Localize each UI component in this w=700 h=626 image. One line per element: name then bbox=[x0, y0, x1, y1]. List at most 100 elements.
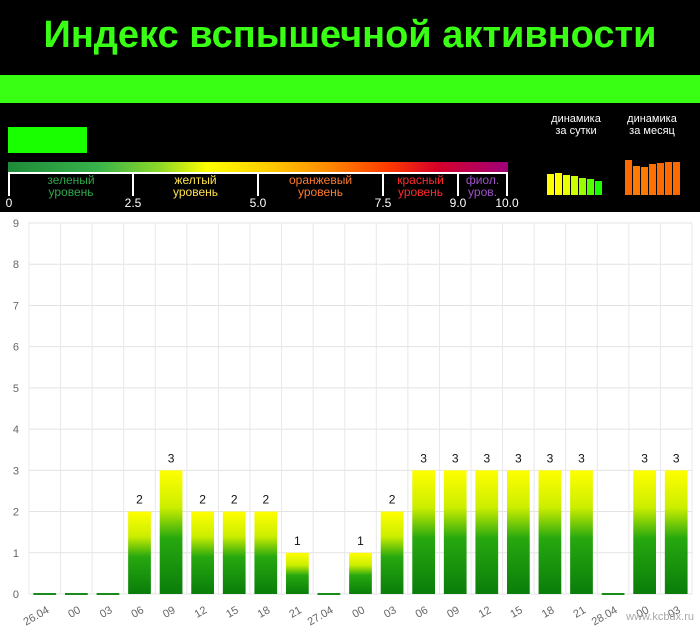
scale-label-yellow-line2: уровень bbox=[172, 185, 218, 199]
bar bbox=[159, 470, 183, 594]
scale-label-green-line2: уровень bbox=[48, 185, 94, 199]
month-spark-bar bbox=[625, 160, 632, 195]
y-tick-label: 4 bbox=[13, 424, 19, 436]
flare-index-chart: 0 1 2 3 4 5 6 7 8 9 26.04 00 03 2 06 3 09 2 12 2 15 2 18 1 21 27.… bbox=[0, 212, 700, 626]
bar bbox=[664, 470, 688, 594]
y-tick-label: 8 bbox=[13, 259, 19, 271]
y-tick-label: 9 bbox=[13, 218, 19, 230]
scale-tick: 5.0 bbox=[249, 196, 267, 210]
x-tick-label: 15 bbox=[508, 604, 525, 621]
month-spark-bar bbox=[633, 166, 640, 195]
bar bbox=[191, 511, 215, 594]
x-tick-label: 15 bbox=[224, 604, 241, 621]
month-spark-bar bbox=[673, 162, 680, 195]
page-title: Индекс вспышечной активности bbox=[43, 14, 657, 56]
data-label: 3 bbox=[168, 451, 175, 465]
scale-label-yellow: желтый уровень bbox=[134, 174, 257, 198]
bar bbox=[128, 511, 151, 594]
x-tick-label: 03 bbox=[98, 604, 115, 621]
month-spark-bar bbox=[657, 163, 664, 195]
scale-label-red: красный уровень bbox=[384, 174, 457, 198]
scale-frame: зеленый уровень желтый уровень оранжевый… bbox=[8, 172, 508, 198]
dynamics-month-label-line1: динамика bbox=[627, 113, 677, 125]
day-spark-bar bbox=[587, 179, 594, 195]
data-label: 2 bbox=[231, 493, 238, 507]
dynamics-month-label: динамика за месяц bbox=[612, 113, 692, 137]
scale-gradient-bar bbox=[8, 162, 508, 172]
scale-tick: 0 bbox=[5, 196, 13, 210]
data-label: 3 bbox=[483, 451, 490, 465]
x-tick-label: 00 bbox=[66, 604, 83, 621]
dynamics-day-label-line1: динамика bbox=[551, 113, 601, 125]
dynamics-month-label-line2: за месяц bbox=[629, 125, 675, 137]
x-tick-label: 21 bbox=[571, 604, 588, 621]
header: Индекс вспышечной активности зеленый уро… bbox=[0, 0, 700, 212]
x-tick-label: 27.04 bbox=[306, 604, 336, 626]
bar bbox=[506, 470, 530, 594]
x-tick-label: 03 bbox=[382, 604, 399, 621]
bar bbox=[380, 511, 404, 594]
x-tick-label: 18 bbox=[256, 604, 273, 621]
bar bbox=[443, 470, 467, 594]
data-label: 3 bbox=[578, 451, 585, 465]
data-label: 2 bbox=[262, 493, 269, 507]
bar bbox=[538, 470, 562, 594]
x-tick-label: 09 bbox=[445, 604, 462, 621]
month-spark-bar bbox=[649, 164, 656, 195]
month-spark-bar bbox=[641, 167, 648, 195]
x-tick-label: 06 bbox=[129, 604, 146, 621]
bar bbox=[412, 470, 436, 594]
bar bbox=[475, 470, 499, 594]
x-tick-label: 21 bbox=[287, 604, 304, 621]
x-tick-label: 12 bbox=[193, 604, 210, 621]
watermark: www.kcbdx.ru bbox=[626, 611, 694, 623]
scale-tick: 7.5 bbox=[374, 196, 392, 210]
scale-label-green: зеленый уровень bbox=[10, 174, 132, 198]
data-label: 1 bbox=[357, 534, 364, 548]
y-tick-label: 7 bbox=[13, 300, 19, 312]
day-spark-bar bbox=[547, 174, 554, 195]
bar bbox=[349, 552, 372, 594]
data-label: 2 bbox=[136, 493, 143, 507]
day-spark-bar bbox=[571, 176, 578, 195]
x-tick-label: 28.04 bbox=[590, 604, 620, 626]
day-spark-bar bbox=[555, 173, 562, 195]
activity-band bbox=[0, 75, 700, 103]
month-spark-bar bbox=[665, 162, 672, 195]
scale-label-orange: оранжевый уровень bbox=[259, 174, 382, 198]
x-tick-label: 26.04 bbox=[21, 604, 51, 626]
data-label: 3 bbox=[452, 451, 459, 465]
y-tick-label: 6 bbox=[13, 342, 19, 354]
chart-svg: 012345678926.04 00 03206309212215218121 27.… bbox=[13, 218, 693, 626]
bar bbox=[285, 552, 309, 594]
data-label: 2 bbox=[389, 493, 396, 507]
bar bbox=[570, 470, 593, 594]
scale-label-red-line2: уровень bbox=[397, 185, 443, 199]
scale-tick: 10.0 bbox=[495, 196, 519, 210]
scale-tick: 2.5 bbox=[124, 196, 142, 210]
scale-label-violet: фиол. уров. bbox=[459, 174, 506, 198]
y-tick-label: 3 bbox=[13, 465, 19, 477]
day-spark-bar bbox=[579, 178, 586, 195]
scale-divider bbox=[506, 172, 508, 196]
bar bbox=[222, 511, 246, 594]
y-tick-label: 0 bbox=[13, 589, 19, 601]
data-label: 3 bbox=[420, 451, 427, 465]
data-label: 1 bbox=[294, 534, 301, 548]
data-label: 3 bbox=[641, 451, 648, 465]
scale-label-orange-line2: уровень bbox=[297, 185, 343, 199]
bar bbox=[254, 511, 278, 594]
y-tick-label: 2 bbox=[13, 507, 19, 519]
dynamics-day-label: динамика за сутки bbox=[536, 113, 616, 137]
x-tick-label: 09 bbox=[161, 604, 178, 621]
x-tick-label: 06 bbox=[414, 604, 431, 621]
bar bbox=[633, 470, 657, 594]
data-label: 3 bbox=[547, 451, 554, 465]
data-label: 2 bbox=[199, 493, 206, 507]
data-label: 3 bbox=[673, 451, 680, 465]
x-tick-label: 00 bbox=[350, 604, 367, 621]
x-tick-label: 12 bbox=[477, 604, 494, 621]
current-level-indicator bbox=[8, 127, 87, 153]
day-spark-bar bbox=[563, 175, 570, 195]
x-tick-label: 18 bbox=[540, 604, 557, 621]
